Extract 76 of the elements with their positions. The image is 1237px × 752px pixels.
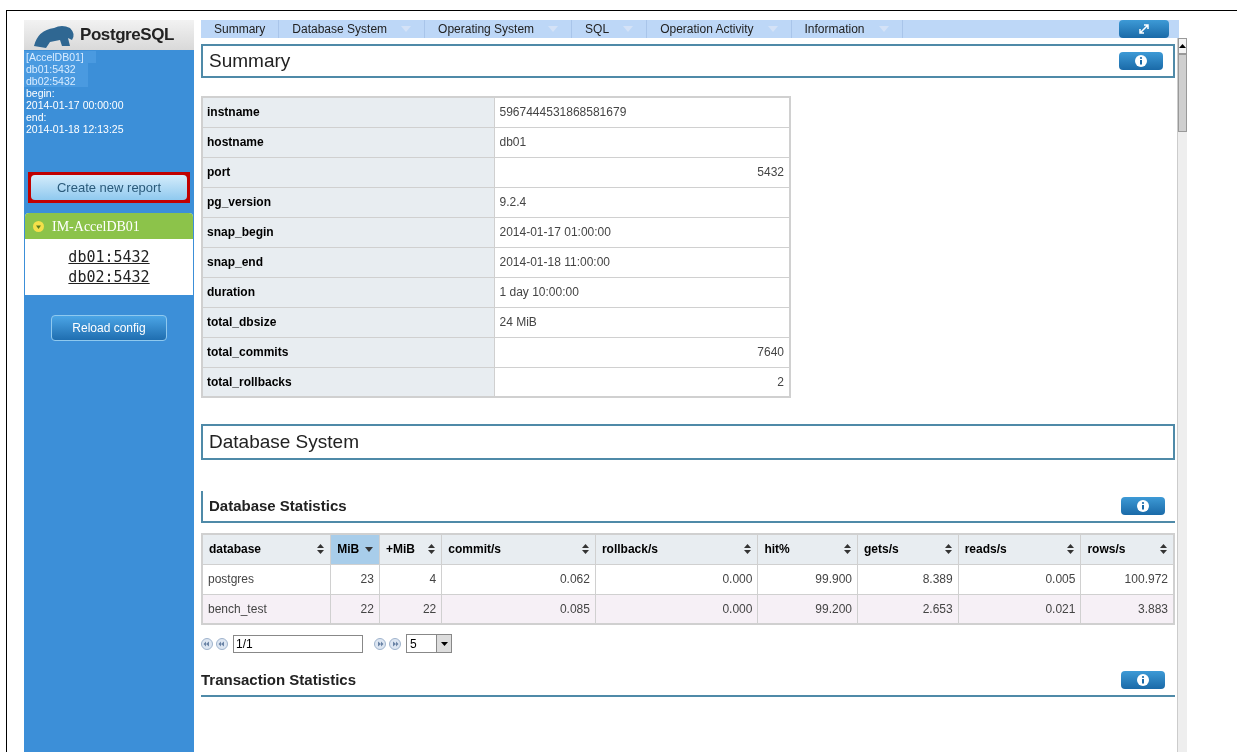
connection-info: 2014-01-17 00:00:00 [25,99,125,111]
menu-item[interactable]: Database System [279,20,426,38]
key-cell: snap_begin [202,217,494,247]
key-cell: hostname [202,127,494,157]
reload-config-button[interactable]: Reload config [51,315,167,342]
sort-icon [1067,544,1075,555]
table-cell: postgres [202,564,331,594]
sort-icon [944,544,952,555]
column-header[interactable]: gets/s [857,534,959,564]
connection-info: db02:5432 [24,75,88,87]
column-header[interactable]: commit/s [441,534,596,564]
group-title: IM-AccelDB01 [52,217,140,236]
logo-text: PostgreSQL [80,24,174,47]
connection-info: 2014-01-18 12:13:25 [25,123,125,135]
menu-item[interactable]: Operation Activity [647,20,792,38]
info-button[interactable] [1121,497,1165,515]
connection-info: end: [25,111,48,123]
key-cell: duration [202,277,494,307]
sort-icon [581,544,589,555]
key-cell: total_commits [202,337,494,367]
column-header[interactable]: MiB [330,534,380,564]
next-page-icon[interactable] [374,637,386,650]
table-cell: 8.389 [857,564,959,594]
column-header[interactable]: rows/s [1080,534,1174,564]
info-button[interactable] [1121,671,1165,689]
column-header[interactable]: hit% [757,534,858,564]
info-button[interactable] [1119,52,1163,70]
instance-link[interactable]: db02:5432 [68,267,150,288]
sort-icon [317,544,325,555]
page-field[interactable]: 1/1 [233,634,363,653]
sort-icon [744,544,752,555]
create-report-button[interactable]: Create new report [31,175,187,201]
key-cell: pg_version [202,187,494,217]
scrollbar-thumb[interactable] [1178,54,1187,132]
key-cell: total_dbsize [202,307,494,337]
table-cell: 23 [330,564,380,594]
column-header[interactable]: +MiB [379,534,442,564]
connection-info: begin: [25,87,56,99]
table-cell: 0.062 [441,564,596,594]
column-header[interactable]: database [202,534,331,564]
subsection-title: Transaction Statistics [201,669,357,690]
menu-item[interactable]: SQL [572,20,648,38]
key-cell: snap_end [202,247,494,277]
table-cell: 0.000 [595,564,758,594]
first-page-icon[interactable] [201,637,213,650]
key-cell: total_rollbacks [202,367,494,397]
sort-icon [844,544,851,555]
menu-item[interactable]: Information [791,20,903,38]
menu-item[interactable]: Operating System [425,20,573,38]
sort-icon [428,544,436,555]
scroll-up-icon[interactable] [1179,44,1186,48]
column-header[interactable]: reads/s [958,534,1081,564]
key-cell: port [202,157,494,187]
expand-button[interactable] [1119,20,1169,38]
table-cell: 0.005 [958,564,1081,594]
instance-link[interactable]: db01:5432 [68,247,150,268]
info-icon [1137,500,1149,512]
connection-info: db01:5432 [24,63,88,75]
sort-descending-icon [364,546,373,552]
menu-item[interactable]: Summary [201,20,280,38]
section-title: Database System [209,429,359,454]
subsection-title: Database Statistics [209,495,347,516]
page-size-select[interactable]: 5 [406,634,452,653]
key-cell: instname [202,97,494,127]
column-header[interactable]: rollback/s [595,534,758,564]
table-cell: 99.900 [757,564,858,594]
last-page-icon[interactable] [389,637,401,650]
previous-page-icon[interactable] [216,637,228,650]
expand-arrow-icon [1139,24,1149,34]
info-icon [1135,55,1147,67]
section-title: Summary [209,48,291,73]
connection-info: [AccelDB01] [24,51,96,63]
info-icon [1137,674,1149,686]
sort-icon [1160,544,1167,555]
dropdown-arrow-icon [440,641,448,646]
table-cell: 4 [379,564,442,594]
